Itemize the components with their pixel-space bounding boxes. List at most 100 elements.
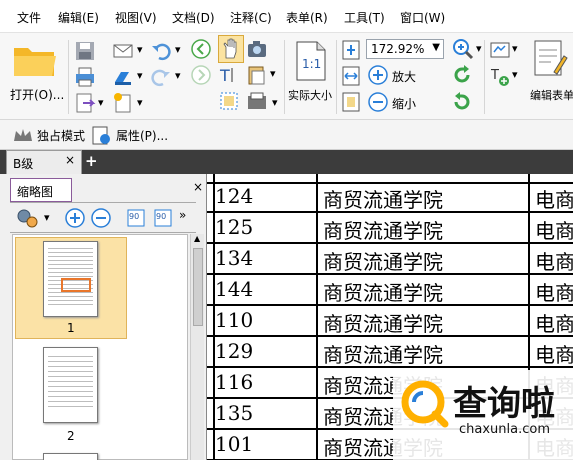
form-field-icon[interactable] — [489, 39, 511, 61]
actual-size-label[interactable]: 实际大小 — [288, 87, 332, 103]
chevron-down-icon[interactable]: ▼ — [432, 42, 440, 53]
redo-icon[interactable] — [150, 66, 172, 88]
menu-form[interactable]: 表单(R) — [286, 9, 328, 26]
rotate-left-icon[interactable] — [451, 64, 473, 86]
reduce-thumbnails-icon[interactable] — [90, 207, 112, 229]
thumbnail-scrollbar[interactable]: ▲ — [190, 234, 204, 460]
toolbar-divider — [68, 40, 69, 114]
table-cell: 商贸流通学院 — [323, 343, 443, 367]
edit-form-label[interactable]: 编辑表单 — [530, 87, 573, 103]
select-text-icon[interactable]: T — [218, 64, 240, 86]
thumbnail-list[interactable]: 1 2 — [12, 234, 188, 460]
new-document-icon[interactable] — [112, 92, 134, 114]
hand-tool-icon[interactable] — [218, 35, 244, 63]
chevron-down-icon[interactable]: ▾ — [272, 96, 278, 109]
tab-close-icon[interactable]: × — [65, 153, 75, 167]
chevron-down-icon[interactable]: ▾ — [137, 96, 143, 109]
thumbnail-text-line — [48, 256, 93, 257]
snapshot-camera-icon[interactable] — [246, 38, 268, 60]
toolbar-divider — [336, 40, 337, 114]
zoom-value[interactable]: 172.92% — [371, 42, 424, 56]
panel-close-icon[interactable]: × — [193, 180, 203, 194]
chevron-down-icon[interactable]: ▾ — [476, 42, 482, 55]
gear-icon[interactable] — [15, 207, 38, 229]
next-view-icon[interactable] — [190, 64, 212, 86]
more-chevron-icon[interactable]: » — [179, 208, 186, 222]
chevron-down-icon[interactable]: ▾ — [270, 67, 276, 80]
page-thumbnail-3[interactable] — [43, 453, 98, 460]
menu-file[interactable]: 文件 — [17, 9, 41, 26]
fit-visible-icon[interactable] — [341, 91, 363, 113]
zoom-combobox[interactable]: 172.92% ▼ — [366, 39, 444, 59]
text-field-icon[interactable]: T — [489, 65, 511, 87]
zoom-out-label[interactable]: 缩小 — [392, 95, 416, 112]
zoom-in-icon[interactable] — [367, 64, 389, 86]
chevron-down-icon[interactable]: ▾ — [512, 42, 518, 55]
page-thumbnail-1[interactable] — [43, 241, 98, 317]
thumbnail-text-line — [48, 381, 93, 382]
table-cell: 116 — [215, 370, 254, 394]
chevron-down-icon[interactable]: ▾ — [44, 211, 50, 224]
chevron-down-icon[interactable]: ▾ — [512, 68, 518, 81]
edit-form-icon[interactable] — [532, 38, 568, 80]
fit-page-icon[interactable] — [341, 39, 363, 61]
svg-text:T: T — [490, 68, 499, 83]
previous-view-icon[interactable] — [190, 38, 212, 60]
email-icon[interactable] — [112, 40, 134, 62]
tab-thumbnails[interactable]: 缩略图 — [10, 178, 72, 202]
crown-icon[interactable] — [12, 124, 34, 146]
zoom-out-icon[interactable] — [367, 91, 389, 113]
thumbnail-text-line — [48, 296, 93, 297]
scan-icon[interactable] — [112, 66, 134, 88]
chevron-down-icon[interactable]: ▾ — [98, 96, 104, 109]
thumbnail-text-line — [48, 264, 93, 265]
marquee-zoom-icon[interactable] — [218, 90, 240, 112]
new-tab-icon[interactable]: + — [85, 152, 98, 170]
export-icon[interactable] — [74, 92, 96, 114]
typewriter-icon[interactable] — [246, 90, 268, 112]
scrollbar-thumb[interactable] — [193, 248, 203, 326]
thumbnail-text-line — [48, 406, 93, 407]
table-cell: 电商 — [535, 312, 573, 336]
properties-icon[interactable] — [90, 124, 112, 146]
magnifier-logo-icon — [399, 378, 449, 428]
scroll-up-icon[interactable]: ▲ — [194, 234, 200, 243]
chevron-down-icon[interactable]: ▾ — [137, 43, 143, 56]
thumbnail-text-line — [48, 276, 93, 277]
exclusive-mode-label[interactable]: 独占模式 — [37, 127, 85, 144]
menu-view[interactable]: 视图(V) — [115, 9, 157, 26]
rotate-page-left-icon[interactable]: 90 — [125, 207, 147, 229]
thumbnail-text-line — [48, 396, 93, 397]
menu-tools[interactable]: 工具(T) — [344, 9, 385, 26]
print-icon[interactable] — [74, 66, 96, 88]
thumbnail-text-line — [48, 300, 93, 301]
table-cell: 125 — [215, 215, 254, 239]
save-icon[interactable] — [74, 40, 96, 62]
chevron-down-icon[interactable]: ▾ — [137, 69, 143, 82]
thumbnail-panel: 缩略图 × ▾ 90 90 » 1 2 ▲ — [0, 174, 207, 460]
chevron-down-icon[interactable]: ▾ — [175, 43, 181, 56]
rotate-page-right-icon[interactable]: 90 — [152, 207, 174, 229]
fit-width-icon[interactable] — [341, 65, 363, 87]
properties-label[interactable]: 属性(P)... — [116, 127, 168, 144]
undo-icon[interactable] — [150, 40, 172, 62]
table-cell: 商贸流通学院 — [323, 250, 443, 274]
open-folder-icon[interactable] — [12, 42, 58, 80]
view-region-marker[interactable] — [61, 278, 91, 292]
zoom-in-label[interactable]: 放大 — [392, 68, 416, 85]
clipboard-icon[interactable] — [246, 64, 268, 86]
menu-document[interactable]: 文档(D) — [172, 9, 215, 26]
actual-size-icon[interactable]: 1:1 — [294, 40, 328, 82]
tab-document[interactable]: B级 × — [6, 150, 82, 174]
zoom-magnifier-icon[interactable] — [452, 38, 474, 60]
open-label[interactable]: 打开(O)... — [10, 86, 64, 103]
page-thumbnail-2[interactable] — [43, 347, 98, 423]
chevron-down-icon[interactable]: ▾ — [175, 69, 181, 82]
enlarge-thumbnails-icon[interactable] — [64, 207, 86, 229]
menu-comment[interactable]: 注释(C) — [230, 9, 272, 26]
menu-window[interactable]: 窗口(W) — [400, 9, 445, 26]
table-row: 144 商贸流通学院 电商 — [207, 275, 573, 306]
menu-edit[interactable]: 编辑(E) — [58, 9, 99, 26]
watermark: 查询啦 chaxunla.com — [393, 370, 573, 460]
rotate-right-icon[interactable] — [451, 91, 473, 113]
